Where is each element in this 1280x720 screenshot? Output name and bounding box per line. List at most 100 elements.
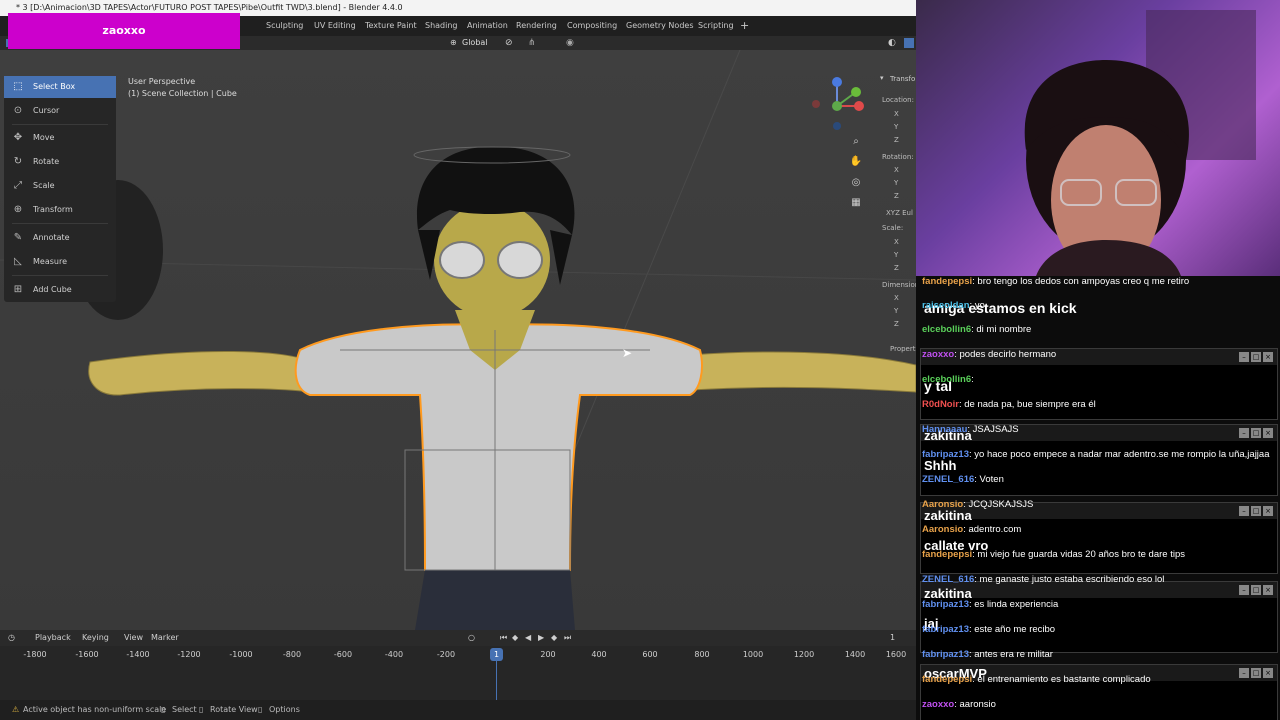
playback-menu[interactable]: Playback [35, 630, 71, 646]
3d-viewport[interactable]: ➤ [0, 50, 916, 630]
rotate-icon: ↻ [13, 156, 23, 167]
chat-text: : yo [969, 300, 985, 311]
chat-username[interactable]: Hannaaau [922, 424, 967, 435]
chat-username[interactable]: R0dNoir [922, 399, 959, 410]
maximize-icon[interactable]: □ [1251, 585, 1261, 595]
record-icon[interactable]: ○ [468, 630, 475, 646]
minimize-icon[interactable]: – [1239, 428, 1249, 438]
chat-username[interactable]: ZENEL_616 [922, 474, 974, 485]
transform-panel-title[interactable]: Transfo [890, 75, 915, 83]
orientation-dropdown[interactable]: Global [462, 36, 488, 50]
minimize-icon[interactable]: – [1239, 668, 1249, 678]
tab-uv-editing[interactable]: UV Editing [314, 16, 356, 36]
play-icon[interactable]: ▶ [538, 630, 544, 646]
tool-rotate[interactable]: ↻ Rotate [4, 151, 116, 173]
camera-icon[interactable]: ◎ [848, 175, 864, 191]
editor-type-icon[interactable]: ◷ [8, 630, 15, 646]
chat-username[interactable]: Aaronsio [922, 499, 963, 510]
tool-select-box[interactable]: ⬚ Select Box [4, 76, 116, 98]
pivot-icon[interactable]: ⊘ [505, 36, 513, 50]
tab-compositing[interactable]: Compositing [567, 16, 617, 36]
tool-label: Add Cube [33, 285, 72, 294]
close-icon[interactable]: × [1263, 585, 1273, 595]
chat-username[interactable]: zaoxxo [922, 349, 954, 360]
maximize-icon[interactable]: □ [1251, 668, 1261, 678]
grid-view-icon[interactable]: ▦ [848, 195, 864, 211]
tool-measure[interactable]: ◺ Measure [4, 251, 116, 273]
properties-panel-title[interactable]: Properti [890, 345, 916, 353]
chat-username[interactable]: fabripaz13 [922, 649, 969, 660]
chat-username[interactable]: zaoxxo [922, 699, 954, 710]
chat-username[interactable]: fabripaz13 [922, 599, 969, 610]
tab-sculpting[interactable]: Sculpting [266, 16, 303, 36]
snap-icon[interactable]: ⋔ [528, 36, 536, 50]
zoom-icon[interactable]: ⌕ [848, 134, 864, 150]
jump-end-icon[interactable]: ⏭ [564, 630, 571, 646]
prev-keyframe-icon[interactable]: ◆ [512, 630, 518, 646]
scene-render [0, 50, 916, 630]
tool-add-cube[interactable]: ⊞ Add Cube [4, 279, 116, 301]
chat-username[interactable]: fabripaz13 [922, 449, 969, 460]
overlays-icon[interactable] [904, 38, 914, 48]
tab-texture-paint[interactable]: Texture Paint [365, 16, 417, 36]
tool-label: Annotate [33, 233, 70, 242]
tool-transform[interactable]: ⊕ Transform [4, 199, 116, 221]
tab-animation[interactable]: Animation [467, 16, 508, 36]
chat-username[interactable]: raiseoldan [922, 300, 970, 311]
close-icon[interactable]: × [1263, 668, 1273, 678]
rotation-mode-dropdown[interactable]: XYZ Eul [886, 209, 913, 217]
close-icon[interactable]: × [1263, 428, 1273, 438]
keying-menu[interactable]: Keying [82, 630, 109, 646]
pan-hand-icon[interactable]: ✋ [848, 154, 864, 170]
chat-username[interactable]: ZENEL_616 [922, 574, 974, 585]
jump-start-icon[interactable]: ⏮ [500, 630, 507, 646]
maximize-icon[interactable]: □ [1251, 506, 1261, 516]
next-keyframe-icon[interactable]: ◆ [551, 630, 557, 646]
minimize-icon[interactable]: – [1239, 352, 1249, 362]
tool-cursor[interactable]: ⊙ Cursor [4, 100, 116, 122]
minimize-icon[interactable]: – [1239, 506, 1249, 516]
chat-text: : JSAJSAJS [967, 424, 1019, 435]
frame-tick: -1600 [75, 650, 99, 659]
dimensions-label: Dimension [882, 281, 916, 289]
maximize-icon[interactable]: □ [1251, 352, 1261, 362]
add-workspace-button[interactable]: + [740, 16, 749, 36]
frame-tick: 1400 [844, 650, 866, 659]
chat-username[interactable]: fandepepsi [922, 276, 972, 287]
tab-rendering[interactable]: Rendering [516, 16, 557, 36]
marker-menu[interactable]: Marker [151, 630, 179, 646]
axis-y: Y [894, 307, 899, 315]
chat-username[interactable]: elcebollin6 [922, 324, 971, 335]
chat-text: : podes decirlo hermano [954, 349, 1057, 360]
tool-annotate[interactable]: ✎ Annotate [4, 227, 116, 249]
axis-x: X [894, 110, 899, 118]
chat-text: : [971, 374, 974, 385]
chat-username[interactable]: Aaronsio [922, 524, 963, 535]
view-options-icon[interactable]: ◐ [888, 36, 896, 50]
chat-username[interactable]: fabripaz13 [922, 624, 969, 635]
chat-username[interactable]: fandepepsi [922, 674, 972, 685]
tab-shading[interactable]: Shading [425, 16, 458, 36]
tool-move[interactable]: ✥ Move [4, 127, 116, 149]
view-menu[interactable]: View [124, 630, 143, 646]
frame-tick: -600 [333, 650, 353, 659]
current-frame-field[interactable]: 1 [890, 630, 895, 646]
move-icon: ✥ [13, 132, 23, 143]
chat-text: : adentro.com [963, 524, 1022, 535]
chat-message: fabripaz13: antes era re militar [922, 649, 1053, 660]
chat-username[interactable]: fandepepsi [922, 549, 972, 560]
chat-text: : Voten [974, 474, 1004, 485]
close-icon[interactable]: × [1263, 352, 1273, 362]
minimize-icon[interactable]: – [1239, 585, 1249, 595]
navigation-gizmo[interactable] [806, 72, 870, 136]
tab-scripting[interactable]: Scripting [698, 16, 734, 36]
playhead[interactable]: 1 [490, 648, 503, 661]
maximize-icon[interactable]: □ [1251, 428, 1261, 438]
chat-username[interactable]: elcebollin6 [922, 374, 971, 385]
proportional-edit-icon[interactable]: ◉ [566, 36, 574, 50]
close-icon[interactable]: × [1263, 506, 1273, 516]
tab-geometry-nodes[interactable]: Geometry Nodes [626, 16, 693, 36]
tool-scale[interactable]: ⤢ Scale [4, 175, 116, 197]
play-reverse-icon[interactable]: ◀ [525, 630, 531, 646]
scale-icon: ⤢ [14, 180, 22, 191]
